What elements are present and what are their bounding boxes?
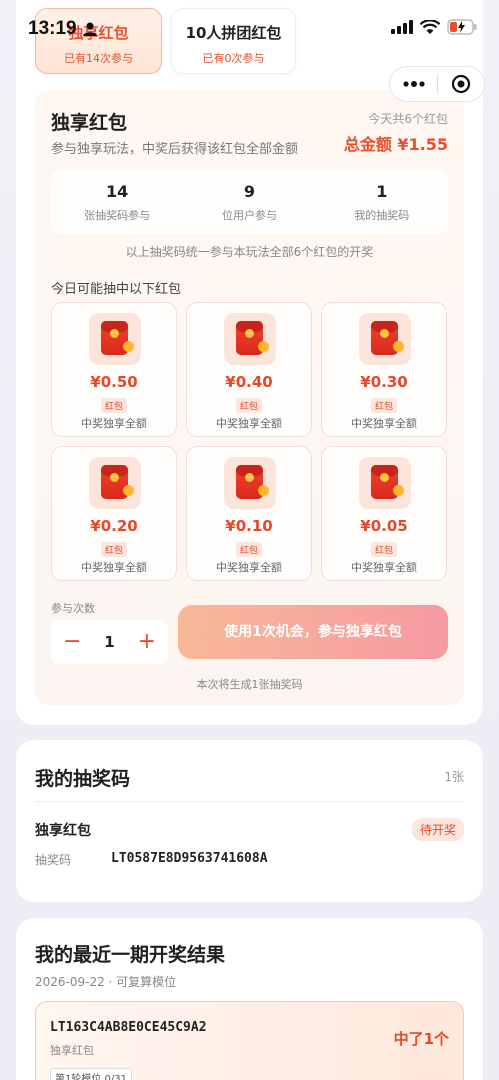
signal-icon [391,20,413,34]
prize-card: ¥0.50 红包 中奖独享全额 [51,302,177,437]
prize-tag: 红包 [235,542,263,557]
red-envelope-icon [89,457,141,509]
codes-count: 1张 [444,770,464,784]
red-envelope-icon [224,313,276,365]
quantity-value[interactable]: 1 [104,633,114,651]
prize-desc: 中奖独享全额 [81,561,147,574]
prize-tag: 红包 [370,398,398,413]
system-icons [391,19,477,35]
stat-label: 我的抽奖码 [354,209,410,222]
stat-item: 1 我的抽奖码 [316,170,448,234]
prize-tag: 红包 [100,542,128,557]
prize-amount: ¥0.20 [90,517,138,535]
code-label: 抽奖码 [35,853,72,867]
stat-item: 9 位用户参与 [183,170,315,234]
result-round-badge: 第1轮模位 0/31 [50,1068,132,1080]
result-code: LT163C4AB8E0CE45C9A2 [50,1020,207,1035]
prize-amount: ¥0.50 [90,373,138,391]
stat-value: 9 [243,182,256,201]
quantity-stepper: − 1 + [51,620,168,664]
section-description: 参与独享玩法，中奖后获得该红包全部金额 [51,142,299,157]
prize-tag: 红包 [235,398,263,413]
today-count: 今天共6个红包 [368,112,448,126]
prizes-heading: 今日可能抽中以下红包 [51,282,182,297]
red-envelope-icon [359,313,411,365]
prize-desc: 中奖独享全额 [351,417,417,430]
red-envelope-icon [89,313,141,365]
prize-card: ¥0.10 红包 中奖独享全额 [186,446,312,581]
prize-desc: 中奖独享全额 [216,561,282,574]
battery-icon [447,19,477,35]
status-time: 13:19 [28,18,77,39]
section-title: 独享红包 [51,112,128,134]
prize-card: ¥0.30 红包 中奖独享全额 [321,302,447,437]
generate-note: 本次将生成1张抽奖码 [196,678,303,691]
my-codes-card: 我的抽奖码 1张 独享红包 待开奖 抽奖码 LT0587E8D956374160… [16,740,483,902]
result-win: 中了1个 [393,1030,449,1048]
red-envelope-icon [359,457,411,509]
prize-amount: ¥0.10 [225,517,273,535]
status-badge: 待开奖 [411,818,464,841]
prize-card: ¥0.40 红包 中奖独享全额 [186,302,312,437]
divider [35,801,464,802]
codes-title: 我的抽奖码 [35,768,131,790]
stat-label: 张抽奖码参与 [84,209,151,222]
prize-card: ¥0.05 红包 中奖独享全额 [321,446,447,581]
miniapp-capsule [389,66,485,102]
target-close-icon [451,74,471,94]
stat-label: 位用户参与 [221,209,277,222]
prize-desc: 中奖独享全额 [351,561,417,574]
draw-note: 以上抽奖码统一参与本玩法全部6个红包的开奖 [125,245,374,259]
join-exclusive-button[interactable]: 使用1次机会，参与独享红包 [178,605,448,659]
prize-amount: ¥0.40 [225,373,273,391]
result-kind: 独享红包 [50,1044,94,1057]
stat-item: 14 张抽奖码参与 [51,170,183,234]
status-bar: 13:19 [0,0,499,60]
prize-grid: ¥0.50 红包 中奖独享全额 ¥0.40 红包 中奖独享全额 ¥0.30 红包… [51,302,448,581]
prize-amount: ¥0.05 [360,517,408,535]
prize-amount: ¥0.30 [360,373,408,391]
prize-desc: 中奖独享全额 [81,417,147,430]
recent-results-card: 我的最近一期开奖结果 2026-09-22 · 可复算模位 LT163C4AB8… [16,918,483,1080]
stat-value: 14 [106,182,129,201]
times-label: 参与次数 [51,602,95,615]
stats-bar: 14 张抽奖码参与 9 位用户参与 1 我的抽奖码 [51,170,448,234]
increment-button[interactable]: + [138,631,156,653]
decrement-button[interactable]: − [63,631,81,653]
wifi-icon [420,19,440,34]
close-miniapp-button[interactable] [438,67,484,101]
result-item[interactable]: LT163C4AB8E0CE45C9A2 独享红包 中了1个 第1轮模位 0/3… [35,1001,464,1080]
exclusive-panel: 独享红包 参与独享玩法，中奖后获得该红包全部金额 今天共6个红包 总金额 ¥1.… [35,90,464,705]
results-subtitle: 2026-09-22 · 可复算模位 [35,975,177,989]
prize-tag: 红包 [370,542,398,557]
code-value: LT0587E8D9563741608A [111,851,268,866]
results-title: 我的最近一期开奖结果 [35,944,226,966]
prize-desc: 中奖独享全额 [216,417,282,430]
red-envelope-icon [224,457,276,509]
code-item-name: 独享红包 [35,823,91,839]
total-amount: 总金额 ¥1.55 [343,135,448,154]
more-button[interactable] [390,67,437,101]
person-icon [83,22,97,36]
more-dots-icon [402,81,425,87]
prize-tag: 红包 [100,398,128,413]
stat-value: 1 [376,182,388,201]
prize-card: ¥0.20 红包 中奖独享全额 [51,446,177,581]
